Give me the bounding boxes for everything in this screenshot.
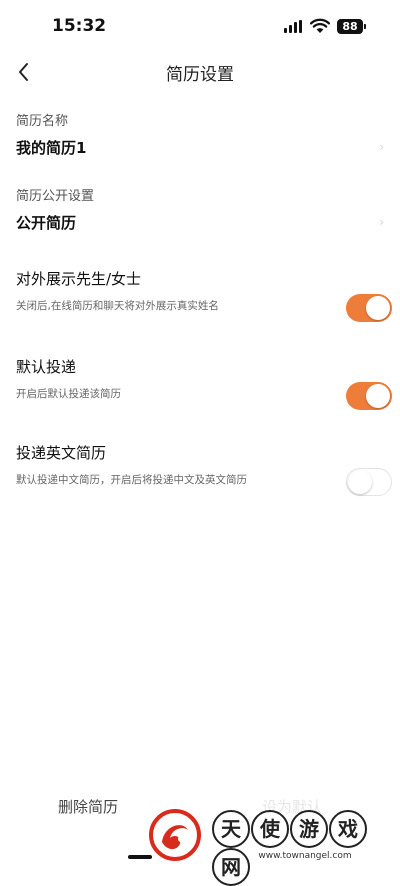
watermark-char: 戏 (329, 810, 367, 848)
cellular-signal-icon (284, 20, 304, 33)
resume-visibility-label: 简历公开设置 (16, 189, 95, 204)
default-deliver-row: 默认投递 开启后默认投递该简历 (0, 356, 400, 420)
resume-name-value: 我的简历1 (16, 139, 87, 157)
status-time: 15:32 (52, 16, 107, 36)
watermark-title: 天使游戏网 (212, 810, 392, 886)
show-title-label: 对外展示先生/女士 (16, 270, 142, 288)
english-resume-toggle[interactable] (346, 468, 392, 496)
toggle-knob (348, 470, 372, 494)
toggle-knob (366, 384, 390, 408)
toggle-knob (366, 296, 390, 320)
delete-resume-button[interactable]: 删除简历 (58, 796, 118, 817)
watermark-url: www.townangel.com (258, 851, 352, 861)
default-deliver-label: 默认投递 (16, 358, 77, 376)
resume-name-label: 简历名称 (16, 114, 69, 129)
resume-visibility-field[interactable]: 简历公开设置 公开简历 › (0, 185, 400, 245)
townangel-logo-icon (149, 809, 201, 861)
show-title-toggle[interactable] (346, 294, 392, 322)
show-title-desc: 关闭后,在线简历和聊天将对外展示真实姓名 (16, 300, 219, 312)
watermark-char: 游 (290, 810, 328, 848)
default-deliver-desc: 开启后默认投递该简历 (16, 388, 121, 400)
status-bar: 15:32 88 (0, 0, 400, 52)
english-resume-label: 投递英文简历 (16, 444, 107, 462)
chevron-right-icon: › (379, 215, 384, 229)
show-title-row: 对外展示先生/女士 关闭后,在线简历和聊天将对外展示真实姓名 (0, 268, 400, 332)
nav-bar: 简历设置 (0, 52, 400, 92)
watermark-char: 使 (251, 810, 289, 848)
page-title: 简历设置 (166, 65, 234, 85)
english-resume-row: 投递英文简历 默认投递中文简历，开启后将投递中文及英文简历 (0, 442, 400, 506)
resume-name-field[interactable]: 简历名称 我的简历1 › (0, 110, 400, 170)
battery-icon: 88 (337, 19, 366, 34)
resume-visibility-value: 公开简历 (16, 214, 77, 232)
english-resume-desc: 默认投递中文简历，开启后将投递中文及英文简历 (16, 474, 247, 486)
default-deliver-toggle[interactable] (346, 382, 392, 410)
wifi-icon (310, 18, 330, 33)
watermark-char: 天 (212, 810, 250, 848)
watermark: 天使游戏网 www.townangel.com (148, 806, 400, 886)
chevron-right-icon: › (379, 140, 384, 154)
